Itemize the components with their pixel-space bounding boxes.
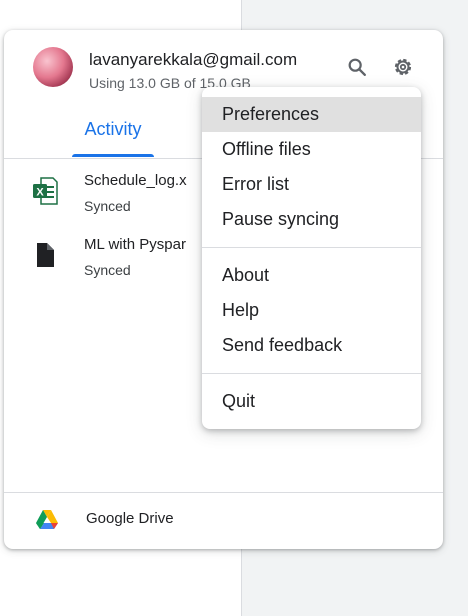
settings-menu: Preferences Offline files Error list Pau… bbox=[202, 87, 421, 429]
menu-item-error-list[interactable]: Error list bbox=[202, 167, 421, 202]
menu-divider bbox=[202, 247, 421, 248]
svg-text:X: X bbox=[36, 187, 44, 199]
app-name: Google Drive bbox=[86, 510, 174, 527]
menu-item-quit[interactable]: Quit bbox=[202, 384, 421, 419]
menu-item-offline-files[interactable]: Offline files bbox=[202, 132, 421, 167]
file-status: Synced bbox=[84, 262, 131, 278]
menu-item-preferences[interactable]: Preferences bbox=[202, 97, 421, 132]
tab-activity[interactable]: Activity bbox=[72, 100, 154, 158]
menu-item-send-feedback[interactable]: Send feedback bbox=[202, 328, 421, 363]
search-button[interactable] bbox=[342, 54, 372, 84]
gear-icon bbox=[391, 55, 415, 84]
excel-file-icon: X bbox=[32, 177, 58, 205]
menu-item-help[interactable]: Help bbox=[202, 293, 421, 328]
file-status: Synced bbox=[84, 198, 131, 214]
footer[interactable]: Google Drive bbox=[4, 493, 443, 549]
file-name: Schedule_log.x bbox=[84, 172, 187, 189]
file-name: ML with Pyspar bbox=[84, 236, 186, 253]
menu-divider bbox=[202, 373, 421, 374]
settings-button[interactable] bbox=[388, 54, 418, 84]
menu-item-pause-syncing[interactable]: Pause syncing bbox=[202, 202, 421, 237]
menu-item-about[interactable]: About bbox=[202, 258, 421, 293]
document-file-icon bbox=[32, 241, 58, 269]
tab-activity-indicator bbox=[72, 154, 154, 157]
search-icon bbox=[346, 56, 368, 83]
avatar[interactable] bbox=[33, 47, 73, 87]
account-email: lavanyarekkala@gmail.com bbox=[89, 50, 298, 69]
google-drive-icon bbox=[35, 509, 59, 531]
